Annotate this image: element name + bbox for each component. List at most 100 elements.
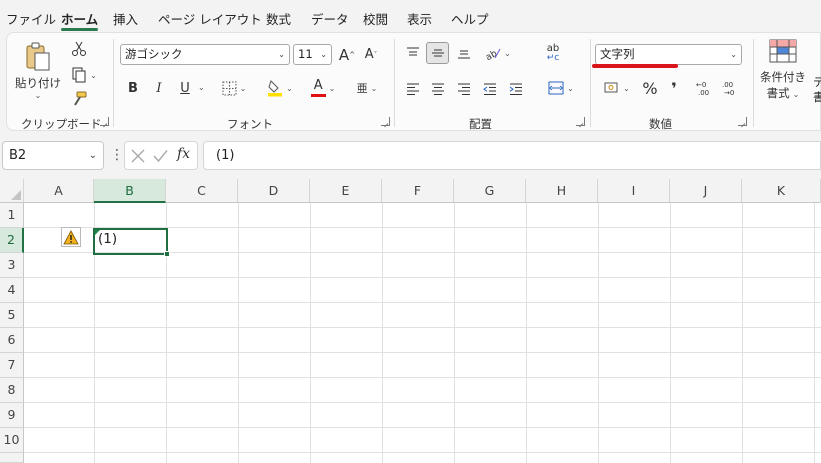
conditional-formatting-label-2: 書式	[766, 86, 790, 100]
align-top-icon	[407, 47, 419, 56]
tab-help[interactable]: ヘルプ	[451, 9, 489, 28]
column-header-f[interactable]: F	[382, 179, 454, 203]
column-header-j[interactable]: J	[670, 179, 742, 203]
column-header-i[interactable]: I	[598, 179, 670, 203]
wrap-text-button[interactable]: ab ↵c	[541, 41, 565, 65]
enter-icon[interactable]	[153, 149, 168, 163]
clipboard-launcher-icon[interactable]	[100, 117, 109, 126]
chevron-down-icon: ⌄	[567, 83, 574, 93]
row-header-8[interactable]: 8	[0, 378, 24, 403]
format-painter-button[interactable]	[69, 89, 89, 109]
row-header-5[interactable]: 5	[0, 303, 24, 328]
formula-input[interactable]: (1)	[203, 141, 821, 170]
tab-view[interactable]: 表示	[407, 9, 432, 28]
insert-function-button[interactable]: fx	[177, 146, 190, 162]
column-header-e[interactable]: E	[310, 179, 382, 203]
increase-decimal-button[interactable]: ←0.00	[693, 77, 715, 99]
row-header-3[interactable]: 3	[0, 253, 24, 278]
number-launcher-icon[interactable]	[738, 117, 747, 126]
decrease-decimal-button[interactable]: .00 →0	[719, 77, 741, 99]
align-middle-button[interactable]	[426, 42, 449, 64]
tab-formulas[interactable]: 数式	[266, 9, 291, 28]
percent-button[interactable]: %	[640, 77, 660, 99]
copy-dropdown-icon[interactable]: ⌄	[90, 71, 97, 80]
font-name-select[interactable]: 游ゴシック ⌄	[120, 44, 290, 65]
select-all-button[interactable]	[0, 179, 24, 203]
row-header-10[interactable]: 10	[0, 428, 24, 453]
font-launcher-icon[interactable]	[381, 117, 390, 126]
alignment-launcher-icon[interactable]	[576, 117, 585, 126]
gridline	[742, 203, 743, 463]
row-header-6[interactable]: 6	[0, 328, 24, 353]
table-format-label-1: テ	[813, 75, 821, 89]
row-header-2[interactable]: 2	[0, 228, 24, 253]
svg-text:.00: .00	[722, 81, 733, 89]
more-options-icon[interactable]: ⋮	[110, 147, 124, 163]
column-header-g[interactable]: G	[454, 179, 526, 203]
align-right-button[interactable]	[454, 79, 474, 99]
row-header-11[interactable]	[0, 453, 24, 463]
font-color-icon: A	[313, 77, 323, 93]
shrink-font-button[interactable]: Aˇ	[361, 44, 381, 65]
tab-data[interactable]: データ	[311, 9, 349, 28]
orientation-button[interactable]: ab ⌄	[480, 43, 516, 63]
phonetic-button[interactable]: 亜 ⌄	[349, 77, 385, 99]
row-header-9[interactable]: 9	[0, 403, 24, 428]
row-header-7[interactable]: 7	[0, 353, 24, 378]
conditional-formatting-button[interactable]: 条件付き 書式 ⌄	[757, 39, 809, 109]
grow-font-button[interactable]: A ^	[337, 44, 357, 65]
error-checking-button[interactable]	[61, 227, 81, 247]
table-format-button[interactable]: テ 書	[813, 75, 821, 105]
paste-dropdown-icon[interactable]: ⌄	[35, 91, 42, 100]
increase-indent-button[interactable]	[506, 79, 526, 99]
font-color-button[interactable]: A ⌄	[305, 77, 341, 99]
row-header-1[interactable]: 1	[0, 203, 24, 228]
name-box[interactable]: B2 ⌄	[2, 141, 104, 170]
merge-center-button[interactable]: ⌄	[541, 77, 581, 99]
borders-button[interactable]: ⌄	[217, 78, 251, 98]
underline-dropdown-icon[interactable]: ⌄	[198, 83, 205, 92]
paste-label: 貼り付け	[15, 76, 61, 90]
tab-home[interactable]: ホーム	[61, 9, 99, 31]
fill-handle[interactable]	[164, 251, 170, 257]
fill-color-button[interactable]: ⌄	[262, 77, 298, 99]
tab-insert[interactable]: 挿入	[113, 9, 138, 28]
spreadsheet-grid[interactable]: A B C D E F G H I J K 1 2 3 4 5 6 7 8 9 …	[0, 179, 821, 463]
menu-bar: ファイル ホーム 挿入 ページ レイアウト 数式 データ 校閲 表示 ヘルプ	[0, 0, 821, 32]
copy-button[interactable]: ⌄	[67, 65, 101, 85]
underline-button[interactable]: U	[175, 78, 195, 98]
number-format-select[interactable]: 文字列 ⌄	[595, 44, 742, 65]
gridline	[454, 203, 455, 463]
tab-page-layout[interactable]: ページ レイアウト	[158, 9, 262, 28]
align-left-button[interactable]	[403, 79, 423, 99]
chevron-down-icon: ⌄	[278, 50, 285, 59]
orientation-icon: ab	[485, 49, 501, 60]
cell-b2-value: (1)	[98, 231, 118, 247]
cancel-icon[interactable]	[131, 149, 145, 163]
chevron-down-icon: ⌄	[88, 150, 97, 161]
column-header-b[interactable]: B	[94, 179, 166, 203]
tab-file[interactable]: ファイル	[6, 9, 56, 28]
wrap-text-icon: ab	[546, 42, 560, 54]
cut-button[interactable]	[69, 39, 89, 59]
comma-style-button[interactable]: ❜	[665, 77, 683, 99]
column-header-d[interactable]: D	[238, 179, 310, 203]
bold-button[interactable]: B	[123, 78, 143, 98]
column-header-h[interactable]: H	[526, 179, 598, 203]
font-size-select[interactable]: 11 ⌄	[293, 44, 332, 65]
gridline	[24, 302, 821, 303]
column-header-k[interactable]: K	[742, 179, 821, 203]
tab-review[interactable]: 校閲	[363, 9, 388, 28]
column-header-c[interactable]: C	[166, 179, 238, 203]
row-header-4[interactable]: 4	[0, 278, 24, 303]
paste-icon	[26, 42, 50, 71]
fill-color-icon	[268, 80, 283, 97]
align-top-button[interactable]	[403, 43, 423, 63]
align-center-button[interactable]	[428, 79, 448, 99]
accounting-format-button[interactable]: ⌄	[600, 78, 634, 98]
decrease-indent-button[interactable]	[480, 79, 500, 99]
paste-button[interactable]: 貼り付け ⌄	[15, 41, 61, 101]
italic-button[interactable]: I	[149, 78, 169, 98]
column-header-a[interactable]: A	[24, 179, 94, 203]
align-bottom-button[interactable]	[454, 43, 474, 63]
